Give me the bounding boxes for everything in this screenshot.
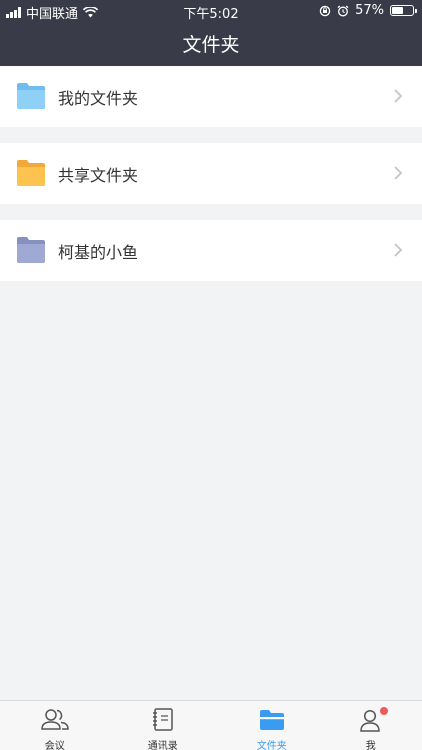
alarm-icon <box>337 5 349 16</box>
folder-label: 我的文件夹 <box>58 89 139 108</box>
status-bar: 中国联通 下午5:02 57% <box>0 0 422 22</box>
people-icon <box>40 709 69 730</box>
tab-label: 会议 <box>44 741 65 750</box>
battery-percent: 57% <box>355 3 384 18</box>
battery-icon <box>390 5 417 16</box>
chevron-right-icon <box>394 166 403 180</box>
folder-row-my[interactable]: 我的文件夹 <box>0 66 422 127</box>
tab-label: 通讯录 <box>147 741 178 750</box>
rotation-lock-icon <box>319 5 331 16</box>
folder-row-corgi[interactable]: 柯基的小鱼 <box>0 220 422 281</box>
tab-folders[interactable]: 文件夹 <box>219 701 325 750</box>
top-bar: 中国联通 下午5:02 57% 文件夹 <box>0 0 422 66</box>
folder-yellow-icon <box>17 160 45 186</box>
tab-label: 我 <box>365 741 376 750</box>
chevron-right-icon <box>394 243 403 257</box>
folder-row-shared[interactable]: 共享文件夹 <box>0 143 422 204</box>
tab-me[interactable]: 我 <box>318 701 422 750</box>
folder-label: 共享文件夹 <box>58 166 139 185</box>
status-right: 57% <box>319 3 417 18</box>
tab-meeting[interactable]: 会议 <box>2 701 108 750</box>
contacts-book-icon <box>152 708 173 731</box>
tab-bar: 会议 通讯录 文件夹 我 <box>0 700 422 750</box>
notification-badge <box>380 707 388 715</box>
folder-label: 柯基的小鱼 <box>58 243 139 262</box>
page-title: 文件夹 <box>182 34 240 56</box>
folder-blue-icon <box>17 83 45 109</box>
folder-purple-icon <box>17 237 45 263</box>
tab-contacts[interactable]: 通讯录 <box>110 701 216 750</box>
tab-label: 文件夹 <box>256 741 287 750</box>
folder-icon <box>259 710 284 730</box>
chevron-right-icon <box>394 89 403 103</box>
